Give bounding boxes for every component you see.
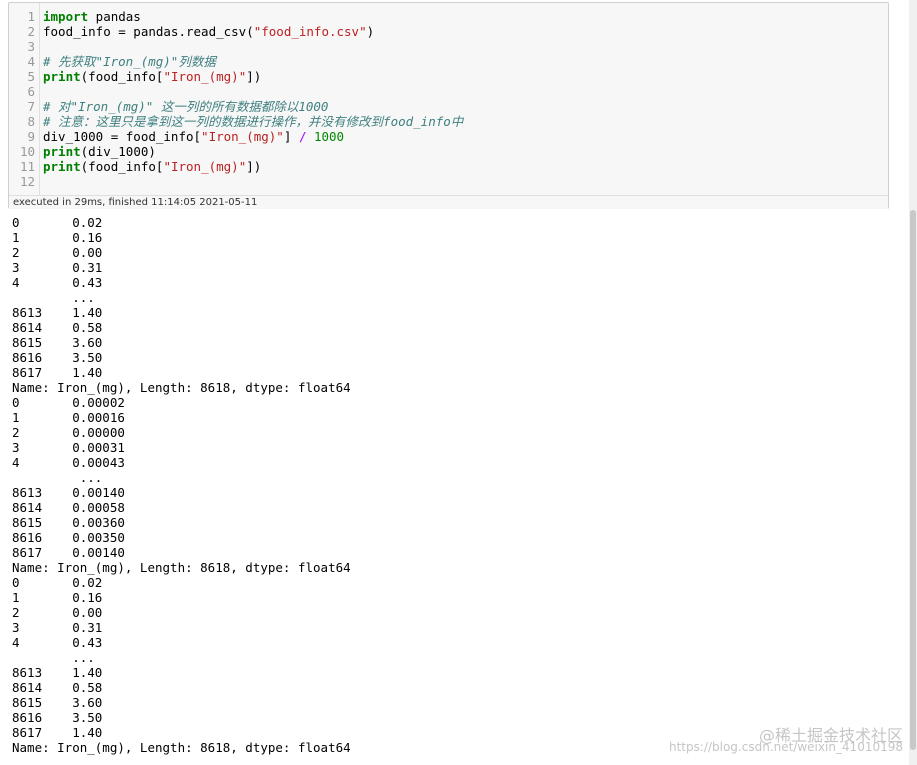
output-line: 8615 0.00360 <box>12 515 125 530</box>
output-line: 1 0.16 <box>12 230 103 245</box>
code-line-8[interactable]: # 注意：这里只是拿到这一列的数据进行操作，并没有修改到food_info中 <box>43 114 463 129</box>
output-line: ... <box>12 470 103 485</box>
output-line: 8616 0.00350 <box>12 530 125 545</box>
output-line: 8614 0.58 <box>12 320 103 335</box>
code-text: food_info = pandas.read_csv( <box>43 24 254 39</box>
code-cell[interactable]: 1 2 3 4 5 6 7 8 9 10 11 12 import pandas… <box>8 2 889 209</box>
string-literal: "Iron_(mg)" <box>163 69 247 84</box>
output-line: Name: Iron_(mg), Length: 8618, dtype: fl… <box>12 740 351 755</box>
output-line: 8615 3.60 <box>12 695 103 710</box>
code-editor[interactable]: 1 2 3 4 5 6 7 8 9 10 11 12 import pandas… <box>9 3 888 195</box>
keyword: print <box>43 159 81 174</box>
watermark-url: https://blog.csdn.net/weixin_41010198 <box>668 740 903 754</box>
comment: # 先获取"Iron_(mg)"列数据 <box>43 54 216 69</box>
keyword: import <box>43 9 89 24</box>
code-text: (food_info[ <box>80 69 164 84</box>
output-line: 8614 0.58 <box>12 680 103 695</box>
line-number: 2 <box>27 24 35 39</box>
code-text: (div_1000) <box>80 144 156 159</box>
code-text: (food_info[ <box>80 159 164 174</box>
notebook-page: 1 2 3 4 5 6 7 8 9 10 11 12 import pandas… <box>0 0 917 765</box>
output-line: 8613 1.40 <box>12 665 103 680</box>
keyword: print <box>43 69 81 84</box>
line-number: 10 <box>19 144 35 159</box>
comment: # 注意：这里只是拿到这一列的数据进行操作，并没有修改到food_info中 <box>43 114 464 129</box>
line-number: 1 <box>27 9 35 24</box>
output-line: 2 0.00000 <box>12 425 125 440</box>
execution-status-bar: executed in 29ms, finished 11:14:05 2021… <box>9 195 888 209</box>
output-line: 3 0.31 <box>12 260 103 275</box>
line-number-gutter: 1 2 3 4 5 6 7 8 9 10 11 12 <box>9 3 40 195</box>
output-line: 0 0.02 <box>12 575 103 590</box>
line-number: 6 <box>27 84 35 99</box>
code-line-5[interactable]: print(food_info["Iron_(mg)"]) <box>43 69 261 84</box>
output-line: Name: Iron_(mg), Length: 8618, dtype: fl… <box>12 380 351 395</box>
line-number: 11 <box>19 159 35 174</box>
execution-status: executed in 29ms, finished 11:14:05 2021… <box>13 197 258 208</box>
output-line: 1 0.16 <box>12 590 103 605</box>
output-line: 3 0.00031 <box>12 440 125 455</box>
output-line: 3 0.31 <box>12 620 103 635</box>
line-number: 7 <box>27 99 35 114</box>
output-line: 8617 1.40 <box>12 365 103 380</box>
line-number: 5 <box>27 69 35 84</box>
scrollbar-thumb[interactable] <box>910 210 916 750</box>
output-line: 8617 0.00140 <box>12 545 125 560</box>
string-literal: "Iron_(mg)" <box>201 129 284 144</box>
code-line-1[interactable]: import pandas <box>43 9 141 24</box>
code-text: ] <box>283 129 299 144</box>
line-number: 3 <box>27 39 35 54</box>
code-text: ]) <box>246 159 262 174</box>
keyword: print <box>43 144 81 159</box>
output-line: 1 0.00016 <box>12 410 125 425</box>
output-line: 8617 1.40 <box>12 725 103 740</box>
scrollbar[interactable] <box>909 0 917 765</box>
code-text: ) <box>366 24 375 39</box>
output-line: 4 0.43 <box>12 635 103 650</box>
output-line: 8616 3.50 <box>12 710 103 725</box>
output-line: 8613 0.00140 <box>12 485 125 500</box>
code-text: ]) <box>246 69 262 84</box>
code-line-7[interactable]: # 对"Iron_(mg)" 这一列的所有数据都除以1000 <box>43 99 328 114</box>
comment: # 对"Iron_(mg)" 这一列的所有数据都除以1000 <box>43 99 329 114</box>
output-line: 8616 3.50 <box>12 350 103 365</box>
output-line: 8613 1.40 <box>12 305 103 320</box>
code-text: pandas <box>88 9 141 24</box>
output-line: 8614 0.00058 <box>12 500 125 515</box>
output-line: 0 0.02 <box>12 215 103 230</box>
code-line-2[interactable]: food_info = pandas.read_csv("food_info.c… <box>43 24 374 39</box>
output-line: 8615 3.60 <box>12 335 103 350</box>
code-line-10[interactable]: print(div_1000) <box>43 144 156 159</box>
code-line-4[interactable]: # 先获取"Iron_(mg)"列数据 <box>43 54 216 69</box>
output-line: Name: Iron_(mg), Length: 8618, dtype: fl… <box>12 560 351 575</box>
output-line: ... <box>12 290 95 305</box>
output-line: ... <box>12 650 95 665</box>
output-line: 2 0.00 <box>12 245 103 260</box>
code-line-11[interactable]: print(food_info["Iron_(mg)"]) <box>43 159 261 174</box>
line-number: 12 <box>19 174 35 189</box>
line-number: 8 <box>27 114 35 129</box>
number-literal: 1000 <box>313 129 345 144</box>
line-number: 4 <box>27 54 35 69</box>
output-line: 4 0.00043 <box>12 455 125 470</box>
string-literal: "Iron_(mg)" <box>163 159 247 174</box>
string-literal: "food_info.csv" <box>253 24 367 39</box>
output-line: 0 0.00002 <box>12 395 125 410</box>
output-line: 2 0.00 <box>12 605 103 620</box>
code-text: div_1000 = food_info[ <box>43 129 202 144</box>
code-line-9[interactable]: div_1000 = food_info["Iron_(mg)"] / 1000 <box>43 129 344 144</box>
line-number: 9 <box>27 129 35 144</box>
output-line: 4 0.43 <box>12 275 103 290</box>
